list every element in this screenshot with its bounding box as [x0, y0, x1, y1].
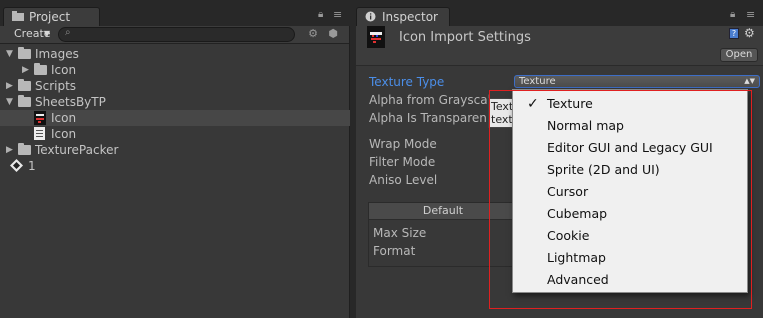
filter-by-type-icon[interactable]: ⚙	[306, 27, 320, 41]
create-dropdown-button[interactable]: Create ▼	[6, 27, 54, 42]
tree-item-label: TexturePacker	[35, 143, 119, 157]
tree-folder[interactable]: ▶ Icon	[0, 62, 350, 78]
max-size-label: Max Size	[373, 226, 427, 240]
project-tab[interactable]: Project	[3, 7, 100, 26]
foldout-collapsed-icon[interactable]: ▶	[6, 142, 16, 158]
tree-item[interactable]: 1	[0, 158, 350, 174]
texture-type-value: Texture	[519, 76, 556, 87]
menu-item-label: Cubemap	[547, 206, 608, 221]
project-tab-label: Project	[29, 10, 71, 24]
texture-thumbnail	[367, 26, 385, 48]
inspector-tab-label: Inspector	[382, 10, 438, 24]
tree-item-label: Icon	[51, 111, 77, 125]
project-toolbar: Create ▼ ⌕ ⚙ ⬢	[0, 26, 349, 44]
inspector-menu-icon[interactable]: ≡	[746, 8, 755, 21]
tree-item-label: Scripts	[35, 79, 77, 93]
gear-icon[interactable]: ⚙	[744, 26, 755, 40]
tree-item-label: Icon	[51, 63, 77, 77]
inspector-tab[interactable]: Inspector	[356, 7, 450, 26]
open-button-label: Open	[725, 49, 753, 60]
aniso-level-label: Aniso Level	[369, 173, 438, 187]
tree-folder[interactable]: ▼ SheetsByTP	[0, 94, 350, 110]
platform-default-label: Default	[422, 204, 464, 217]
tree-folder[interactable]: ▼ Images	[0, 46, 350, 62]
tooltip-text: Text text	[491, 100, 514, 126]
menu-item-label: Cursor	[547, 184, 589, 199]
help-book-icon[interactable]: ?	[729, 28, 739, 39]
open-button[interactable]: Open	[720, 48, 758, 62]
menu-item-sprite-2d-and-ui[interactable]: Sprite (2D and UI)	[513, 159, 747, 181]
folder-icon	[12, 9, 24, 21]
folder-icon	[18, 47, 31, 59]
tree-folder[interactable]: ▶ TexturePacker	[0, 142, 350, 158]
tree-item[interactable]: Icon	[0, 110, 350, 126]
foldout-expanded-icon[interactable]: ▼	[6, 94, 16, 110]
texture-type-dropdown[interactable]: Texture ▲▼	[514, 75, 760, 88]
menu-item-advanced[interactable]: Advanced	[513, 269, 747, 291]
foldout-collapsed-icon[interactable]: ▶	[22, 62, 32, 78]
tree-item[interactable]: Icon	[0, 126, 350, 142]
menu-item-texture[interactable]: ✓ Texture	[513, 93, 747, 115]
menu-item-cookie[interactable]: Cookie	[513, 225, 747, 247]
menu-item-label: Advanced	[547, 272, 609, 287]
menu-item-editor-gui-and-legacy-gui[interactable]: Editor GUI and Legacy GUI	[513, 137, 747, 159]
texture-type-popup-menu: ✓ Texture Normal map Editor GUI and Legacy …	[512, 89, 748, 293]
menu-item-cursor[interactable]: Cursor	[513, 181, 747, 203]
format-label: Format	[373, 244, 416, 258]
menu-item-label: Lightmap	[547, 250, 606, 265]
inspector-title: Icon Import Settings	[399, 30, 531, 45]
checkmark-icon: ✓	[527, 96, 539, 112]
texture-type-label: Texture Type	[369, 75, 445, 89]
alpha-from-grayscale-label: Alpha from Grayscal	[369, 93, 491, 107]
menu-item-lightmap[interactable]: Lightmap	[513, 247, 747, 269]
tree-item-label: 1	[28, 159, 36, 173]
alpha-is-transparency-label: Alpha Is Transparen	[369, 111, 487, 125]
folder-icon	[18, 79, 31, 91]
project-search-input[interactable]: ⌕	[58, 27, 295, 42]
project-lock-icon[interactable]: 🔒︎	[318, 9, 323, 20]
folder-icon	[34, 63, 47, 75]
chevron-down-icon: ▼	[43, 29, 50, 38]
inspector-header: Icon Import Settings ? ⚙ Open	[356, 26, 763, 66]
menu-item-cubemap[interactable]: Cubemap	[513, 203, 747, 225]
menu-item-label: Cookie	[547, 228, 590, 243]
tree-item-label: Icon	[51, 127, 77, 141]
unity-scene-icon	[10, 159, 23, 176]
folder-icon	[18, 95, 31, 107]
filter-mode-label: Filter Mode	[369, 155, 436, 169]
menu-item-label: Editor GUI and Legacy GUI	[547, 140, 713, 155]
project-menu-icon[interactable]: ≡	[333, 8, 342, 21]
tree-item-label: Images	[35, 47, 79, 61]
filter-by-label-icon[interactable]: ⬢	[326, 27, 340, 41]
menu-item-label: Sprite (2D and UI)	[547, 162, 660, 177]
menu-item-normal-map[interactable]: Normal map	[513, 115, 747, 137]
foldout-collapsed-icon[interactable]: ▶	[6, 78, 16, 94]
menu-item-label: Texture	[547, 96, 593, 111]
tree-folder[interactable]: ▶ Scripts	[0, 78, 350, 94]
wrap-mode-label: Wrap Mode	[369, 137, 437, 151]
tree-item-label: SheetsByTP	[35, 95, 106, 109]
folder-icon	[18, 143, 31, 155]
info-icon	[365, 9, 377, 22]
project-panel: Create ▼ ⌕ ⚙ ⬢ ▼ Images ▶ Icon ▶ Scripts ▼ Shee…	[0, 26, 350, 318]
foldout-expanded-icon[interactable]: ▼	[6, 46, 16, 62]
inspector-lock-icon[interactable]: 🔒︎	[730, 9, 735, 20]
menu-item-label: Normal map	[547, 118, 624, 133]
platform-tab-default[interactable]: Default	[368, 202, 518, 220]
search-icon: ⌕	[65, 27, 71, 38]
chevron-updown-icon: ▲▼	[744, 77, 755, 85]
